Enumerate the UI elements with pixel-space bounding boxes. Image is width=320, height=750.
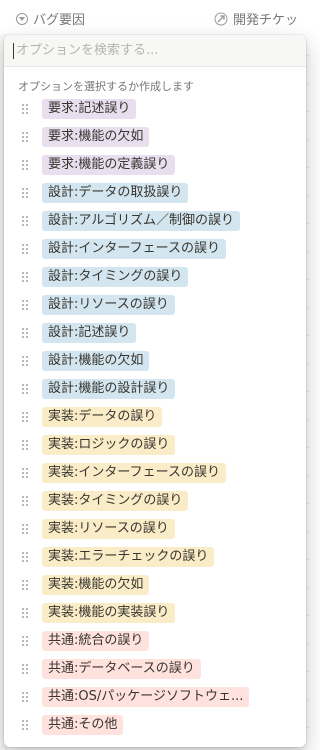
drag-handle-icon[interactable] (21, 299, 29, 311)
option-tag: 設計:機能の欠如 (42, 351, 150, 371)
option-item[interactable]: 設計:タイミングの誤り (4, 263, 306, 291)
select-property-icon (16, 12, 28, 25)
property-header-bug-cause[interactable]: バグ要因 (16, 9, 85, 28)
drag-handle-icon[interactable] (21, 159, 29, 171)
drag-handle-icon[interactable] (21, 607, 29, 619)
drag-handle-icon[interactable] (21, 691, 29, 703)
option-tag: 設計:機能の設計誤り (42, 379, 176, 399)
drag-handle-icon[interactable] (21, 439, 29, 451)
drag-handle-icon[interactable] (21, 635, 29, 647)
drag-handle-icon[interactable] (21, 719, 29, 731)
option-tag: 実装:インターフェースの誤り (42, 463, 226, 483)
drag-handle-icon[interactable] (21, 663, 29, 675)
drag-handle-icon[interactable] (21, 131, 29, 143)
option-item[interactable]: 実装:リソースの誤り (4, 515, 306, 543)
option-item[interactable]: 実装:ロジックの誤り (4, 431, 306, 459)
options-list: 要求:記述誤り 要求:機能の欠如要求:機能の定義誤り 設計:データの取扱誤り設計:ア… (4, 89, 306, 739)
drag-handle-icon[interactable] (21, 355, 29, 367)
drag-handle-icon[interactable] (21, 187, 29, 199)
option-tag: 設計:タイミングの誤り (42, 267, 189, 287)
option-item[interactable]: 実装:タイミングの誤り (4, 487, 306, 515)
option-tag: 実装:リソースの誤り (42, 519, 175, 539)
drag-handle-icon[interactable] (21, 551, 29, 563)
option-item[interactable]: 要求:機能の欠如 (4, 123, 306, 151)
option-tag: 設計:インターフェースの誤り (42, 239, 226, 259)
option-item[interactable]: 実装:インターフェースの誤り (4, 459, 306, 487)
search-box (4, 35, 306, 67)
property-header-label: 開発チケッ (233, 13, 299, 28)
option-item[interactable]: 設計:機能の設計誤り (4, 375, 306, 403)
option-item[interactable]: 共通:データベースの誤り (4, 655, 306, 683)
option-item[interactable]: 実装:データの誤り (4, 403, 306, 431)
drag-handle-icon[interactable] (21, 103, 29, 115)
option-tag: 設計:アルゴリズム／制御の誤り (42, 211, 240, 231)
option-tag: 共通:その他 (42, 715, 124, 735)
option-tag: 実装:機能の実装誤り (42, 603, 176, 623)
option-tag: 実装:データの誤り (42, 407, 163, 427)
option-item[interactable]: 要求:機能の定義誤り (4, 151, 306, 179)
option-tag: 設計:データの取扱誤り (42, 183, 189, 203)
drag-handle-icon[interactable] (21, 243, 29, 255)
drag-handle-icon[interactable] (21, 579, 29, 591)
option-item[interactable]: 共通:統合の誤り (4, 627, 306, 655)
option-tag: 実装:タイミングの誤り (42, 491, 189, 511)
option-tag: 共通:データベースの誤り (42, 659, 201, 679)
option-item[interactable]: 共通:OS/パッケージソフトウェ... (4, 683, 306, 711)
drag-handle-icon[interactable] (21, 327, 29, 339)
search-input[interactable] (16, 43, 286, 58)
option-item[interactable]: 設計:機能の欠如 (4, 347, 306, 375)
option-item[interactable]: 設計:アルゴリズム／制御の誤り (4, 207, 306, 235)
option-item[interactable]: 実装:エラーチェックの誤り (4, 543, 306, 571)
option-tag: 要求:機能の定義誤り (42, 155, 176, 175)
option-item[interactable]: 要求:記述誤り (4, 95, 306, 123)
option-item[interactable]: 設計:記述誤り (4, 319, 306, 347)
relation-icon (214, 12, 228, 25)
drag-handle-icon[interactable] (21, 215, 29, 227)
option-item[interactable]: 設計:インターフェースの誤り (4, 235, 306, 263)
drag-handle-icon[interactable] (21, 523, 29, 535)
option-item[interactable]: 設計:リソースの誤り (4, 291, 306, 319)
option-tag: 実装:機能の欠如 (42, 575, 150, 595)
text-caret (13, 42, 14, 59)
drag-handle-icon[interactable] (21, 383, 29, 395)
option-item[interactable]: 実装:機能の実装誤り (4, 599, 306, 627)
drag-handle-icon[interactable] (21, 271, 29, 283)
drag-handle-icon[interactable] (21, 411, 29, 423)
option-tag: 実装:ロジックの誤り (42, 435, 176, 455)
drag-handle-icon[interactable] (21, 495, 29, 507)
option-tag: 要求:機能の欠如 (42, 127, 150, 147)
option-tag: 共通:統合の誤り (42, 631, 150, 651)
table-header: バグ要因 開発チケッ (0, 0, 310, 34)
property-header-label: バグ要因 (33, 13, 86, 28)
option-tag: 要求:記述誤り (42, 99, 137, 119)
option-tag: 設計:記述誤り (42, 323, 137, 343)
drag-handle-icon[interactable] (21, 467, 29, 479)
option-tag: 実装:エラーチェックの誤り (42, 547, 215, 567)
hint-text: オプションを選択するか作成します (18, 80, 194, 93)
option-tag: 設計:リソースの誤り (42, 295, 175, 315)
select-options-popup: オプションを選択するか作成します 要求:記述誤り要求:機能の欠如要求:機能の定義… (4, 35, 306, 747)
option-item[interactable]: 実装:機能の欠如 (4, 571, 306, 599)
option-item[interactable]: 設計:データの取扱誤り (4, 179, 306, 207)
property-header-dev-ticket[interactable]: 開発チケッ (214, 9, 298, 28)
option-item[interactable]: 共通:その他 (4, 711, 306, 739)
option-tag: 共通:OS/パッケージソフトウェ... (42, 687, 250, 707)
